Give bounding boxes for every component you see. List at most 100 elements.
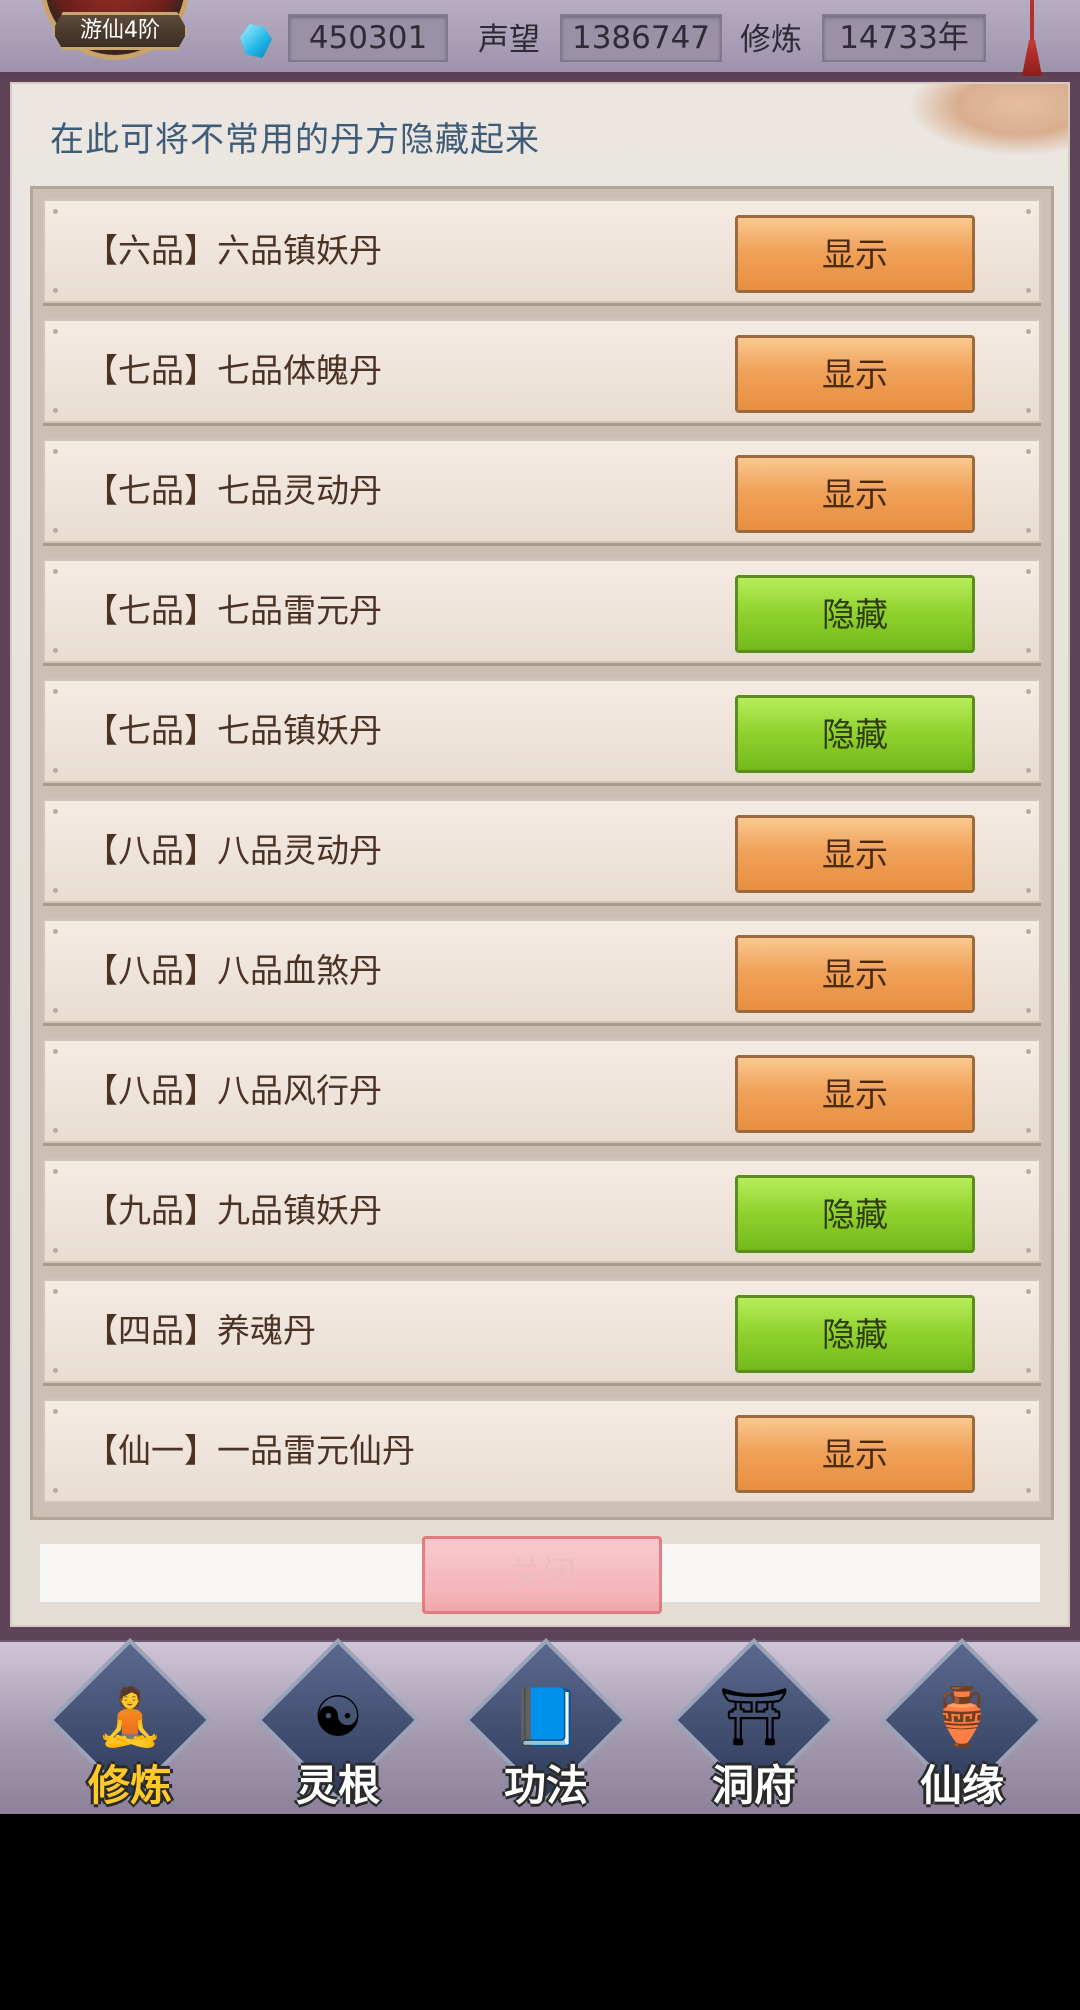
recipe-row: 【八品】八品血煞丹 显示 xyxy=(43,919,1041,1023)
show-button[interactable]: 显示 xyxy=(735,215,975,293)
recipe-name: 【七品】七品镇妖丹 xyxy=(85,681,382,781)
rivet-icon xyxy=(1026,768,1031,773)
recipe-grade: 【七品】 xyxy=(85,591,217,630)
nav-item-5[interactable]: 🏺 仙缘 xyxy=(879,1637,1045,1812)
cultivation-value: 14733年 xyxy=(822,14,986,62)
rivet-icon xyxy=(53,648,58,653)
recipe-row: 【八品】八品风行丹 显示 xyxy=(43,1039,1041,1143)
recipe-name: 【七品】七品灵动丹 xyxy=(85,441,382,541)
top-status-bar: 游仙4阶 450301 声望 1386747 修炼 14733年 xyxy=(0,0,1080,76)
nav-item-2[interactable]: ☯ 灵根 xyxy=(255,1637,421,1812)
recipe-grade: 【八品】 xyxy=(85,1071,217,1110)
gem-count: 450301 xyxy=(288,14,448,62)
recipe-row: 【仙一】一品雷元仙丹 显示 xyxy=(43,1399,1041,1503)
hide-button[interactable]: 隐藏 xyxy=(735,1175,975,1253)
hooded-cultivator-icon: 🧘 xyxy=(95,1685,165,1750)
recipe-title: 一品雷元仙丹 xyxy=(217,1431,415,1470)
bottom-navigation: 🧘 修炼 ☯ 灵根 📘 功法 ⛩ 洞府 🏺 仙缘 xyxy=(0,1637,1080,1814)
nav-item-3[interactable]: 📘 功法 xyxy=(463,1637,629,1812)
rivet-icon xyxy=(1026,888,1031,893)
recipe-grade: 【九品】 xyxy=(85,1191,217,1230)
recipe-grade: 【八品】 xyxy=(85,951,217,990)
recipe-grade: 【四品】 xyxy=(85,1311,217,1350)
close-button[interactable]: 关闭 xyxy=(422,1536,662,1614)
recipe-visibility-dialog: 在此可将不常用的丹方隐藏起来 【六品】六品镇妖丹 显示 【七品】七品体魄丹 显示 【七品… xyxy=(10,82,1070,1627)
recipe-name: 【六品】六品镇妖丹 xyxy=(85,201,382,301)
rivet-icon xyxy=(53,768,58,773)
nav-item-4[interactable]: ⛩ 洞府 xyxy=(671,1637,837,1812)
nav-label: 功法 xyxy=(503,1761,588,1810)
yin-yang-sword-icon: ☯ xyxy=(312,1684,364,1750)
reputation-label: 声望 xyxy=(478,22,540,58)
scripture-book-icon: 📘 xyxy=(511,1685,581,1750)
rivet-icon xyxy=(53,1248,58,1253)
rivet-icon xyxy=(1026,408,1031,413)
recipe-row: 【四品】养魂丹 隐藏 xyxy=(43,1279,1041,1383)
recipe-title: 七品镇妖丹 xyxy=(217,711,382,750)
recipe-title: 六品镇妖丹 xyxy=(217,231,382,270)
rivet-icon xyxy=(53,288,58,293)
show-button[interactable]: 显示 xyxy=(735,815,975,893)
rivet-icon xyxy=(53,1488,58,1493)
recipe-name: 【四品】养魂丹 xyxy=(85,1281,316,1381)
hide-button[interactable]: 隐藏 xyxy=(735,575,975,653)
recipe-grade: 【六品】 xyxy=(85,231,217,270)
recipe-name: 【八品】八品灵动丹 xyxy=(85,801,382,901)
rivet-icon xyxy=(53,528,58,533)
recipe-row: 【七品】七品镇妖丹 隐藏 xyxy=(43,679,1041,783)
nav-label: 洞府 xyxy=(711,1761,796,1810)
nav-item-1[interactable]: 🧘 修炼 xyxy=(47,1637,213,1812)
cultivation-label: 修炼 xyxy=(740,22,802,58)
rivet-icon xyxy=(53,1368,58,1373)
recipe-name: 【七品】七品体魄丹 xyxy=(85,321,382,421)
recipe-row: 【九品】九品镇妖丹 隐藏 xyxy=(43,1159,1041,1263)
reputation-value: 1386747 xyxy=(560,14,722,62)
rivet-icon xyxy=(53,888,58,893)
recipe-grade: 【七品】 xyxy=(85,711,217,750)
show-button[interactable]: 显示 xyxy=(735,335,975,413)
recipe-list[interactable]: 【六品】六品镇妖丹 显示 【七品】七品体魄丹 显示 【七品】七品灵动丹 显示 【七品】七品雷… xyxy=(43,199,1041,1503)
recipe-title: 养魂丹 xyxy=(217,1311,316,1350)
rivet-icon xyxy=(1026,1488,1031,1493)
dialog-hint: 在此可将不常用的丹方隐藏起来 xyxy=(50,120,540,160)
show-button[interactable]: 显示 xyxy=(735,1415,975,1493)
recipe-title: 八品血煞丹 xyxy=(217,951,382,990)
recipe-grade: 【仙一】 xyxy=(85,1431,217,1470)
lantern-tassel-icon xyxy=(1022,40,1042,76)
recipe-row: 【七品】七品体魄丹 显示 xyxy=(43,319,1041,423)
pavilion-icon: ⛩ xyxy=(718,1685,790,1750)
recipe-title: 七品灵动丹 xyxy=(217,471,382,510)
screen-bottom-blank xyxy=(0,1814,1080,2010)
recipe-grade: 【七品】 xyxy=(85,471,217,510)
recipe-title: 七品雷元丹 xyxy=(217,591,382,630)
show-button[interactable]: 显示 xyxy=(735,1055,975,1133)
rivet-icon xyxy=(1026,288,1031,293)
recipe-title: 七品体魄丹 xyxy=(217,351,382,390)
recipe-list-frame: 【六品】六品镇妖丹 显示 【七品】七品体魄丹 显示 【七品】七品灵动丹 显示 【七品】七品雷… xyxy=(30,186,1054,1520)
recipe-title: 九品镇妖丹 xyxy=(217,1191,382,1230)
nav-label: 修炼 xyxy=(87,1761,172,1810)
gem-icon xyxy=(240,24,272,58)
level-badge: 游仙4阶 xyxy=(52,12,188,50)
hide-button[interactable]: 隐藏 xyxy=(735,695,975,773)
recipe-title: 八品灵动丹 xyxy=(217,831,382,870)
rivet-icon xyxy=(1026,648,1031,653)
rivet-icon xyxy=(1026,1128,1031,1133)
cloud-ornament-icon xyxy=(908,84,1068,156)
hide-button[interactable]: 隐藏 xyxy=(735,1295,975,1373)
rivet-icon xyxy=(1026,528,1031,533)
recipe-name: 【仙一】一品雷元仙丹 xyxy=(85,1401,415,1501)
show-button[interactable]: 显示 xyxy=(735,935,975,1013)
recipe-grade: 【八品】 xyxy=(85,831,217,870)
recipe-name: 【八品】八品风行丹 xyxy=(85,1041,382,1141)
recipe-row: 【六品】六品镇妖丹 显示 xyxy=(43,199,1041,303)
gourd-icon: 🏺 xyxy=(927,1685,997,1750)
show-button[interactable]: 显示 xyxy=(735,455,975,533)
rivet-icon xyxy=(53,1008,58,1013)
rivet-icon xyxy=(1026,1248,1031,1253)
recipe-row: 【七品】七品灵动丹 显示 xyxy=(43,439,1041,543)
rivet-icon xyxy=(53,1128,58,1133)
recipe-title: 八品风行丹 xyxy=(217,1071,382,1110)
recipe-row: 【八品】八品灵动丹 显示 xyxy=(43,799,1041,903)
nav-label: 灵根 xyxy=(295,1761,380,1810)
